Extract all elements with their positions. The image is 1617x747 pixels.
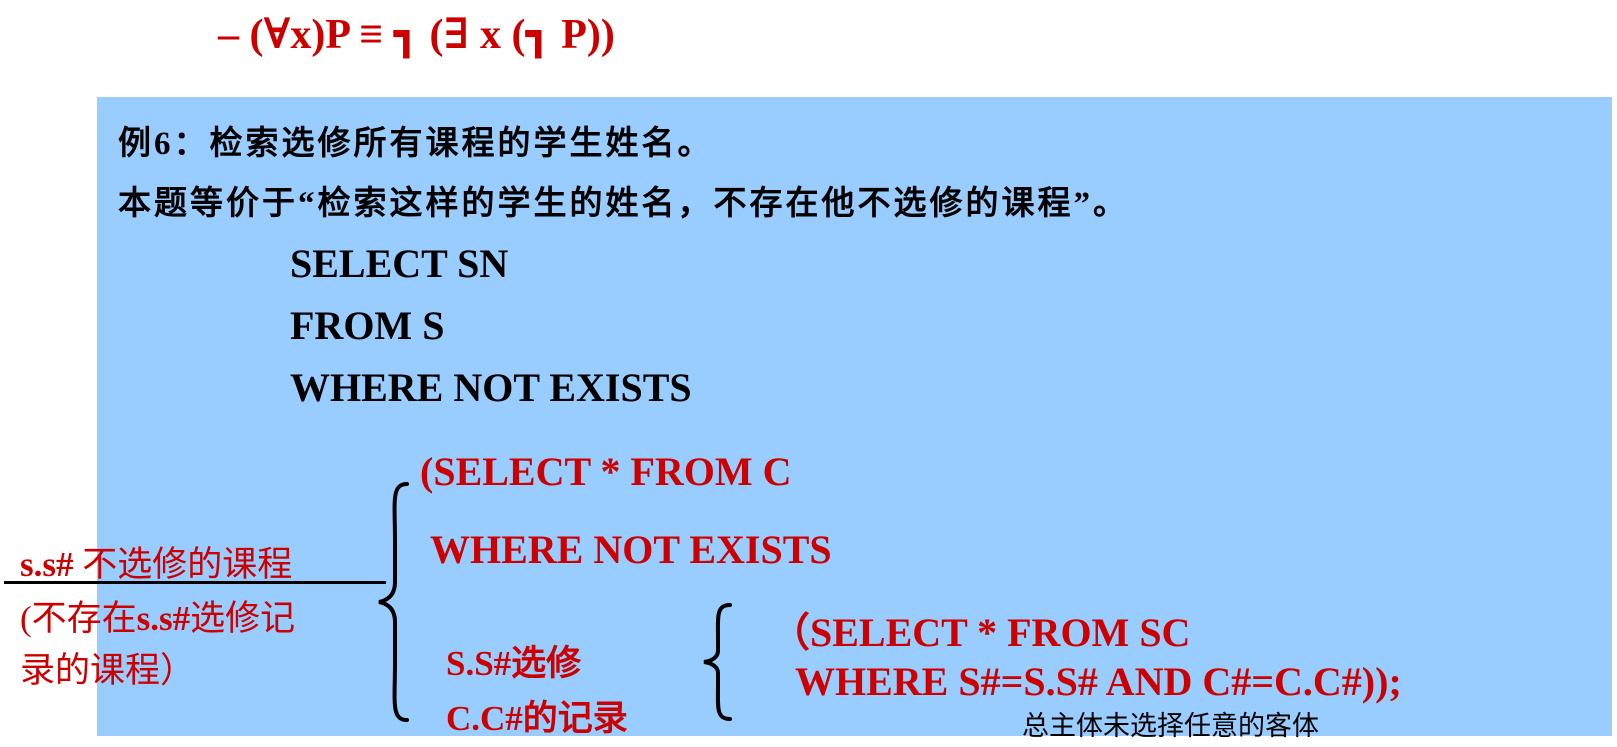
left-note-text-1: 不选修的课程 bbox=[73, 545, 293, 584]
logic-formula: – (∀x)P ≡ ┓ (∃ x (┓ P)) bbox=[218, 12, 615, 58]
left-note-open-2: (不存在 bbox=[20, 599, 137, 638]
inner-subquery-where-line: WHERE S#=S.S# AND C#=C.C#)); bbox=[795, 659, 1402, 704]
left-note-line-1: s.s# 不选修的课程 bbox=[20, 536, 292, 587]
slide-page: – (∀x)P ≡ ┓ (∃ x (┓ P)) 例6：检索选修所有课程的学生姓名… bbox=[0, 0, 1617, 747]
sql-from-line: FROM S bbox=[290, 303, 445, 348]
example-title: 例6：检索选修所有课程的学生姓名。 bbox=[118, 126, 714, 162]
example-restatement: 本题等价于“检索这样的学生的姓名，不存在他不选修的课程”。 bbox=[118, 186, 1129, 222]
subquery-where-line: WHERE NOT EXISTS bbox=[430, 527, 832, 572]
left-note-code-2: s.s# bbox=[136, 599, 191, 638]
subquery-select-line: (SELECT * FROM C bbox=[420, 449, 792, 494]
inner-note-line-2: C.C#的记录 bbox=[446, 699, 628, 738]
left-note-line-2: (不存在s.s#选修记 bbox=[20, 590, 295, 641]
caption-text: 总主体未选择任意的客体 bbox=[1022, 711, 1319, 741]
left-note-code-1: s.s# bbox=[20, 545, 74, 584]
sql-select-line: SELECT SN bbox=[290, 241, 509, 286]
sql-where-line: WHERE NOT EXISTS bbox=[290, 365, 692, 410]
left-note-line-3: 录的课程） bbox=[20, 651, 196, 690]
large-brace-icon bbox=[378, 482, 409, 722]
inner-note-line-1: S.S#选修 bbox=[446, 644, 582, 683]
inner-subquery-select-line: （SELECT * FROM SC bbox=[770, 610, 1191, 655]
left-note-divider bbox=[4, 581, 386, 584]
left-note-text-2: 选修记 bbox=[190, 599, 296, 638]
small-brace-icon bbox=[703, 603, 732, 721]
